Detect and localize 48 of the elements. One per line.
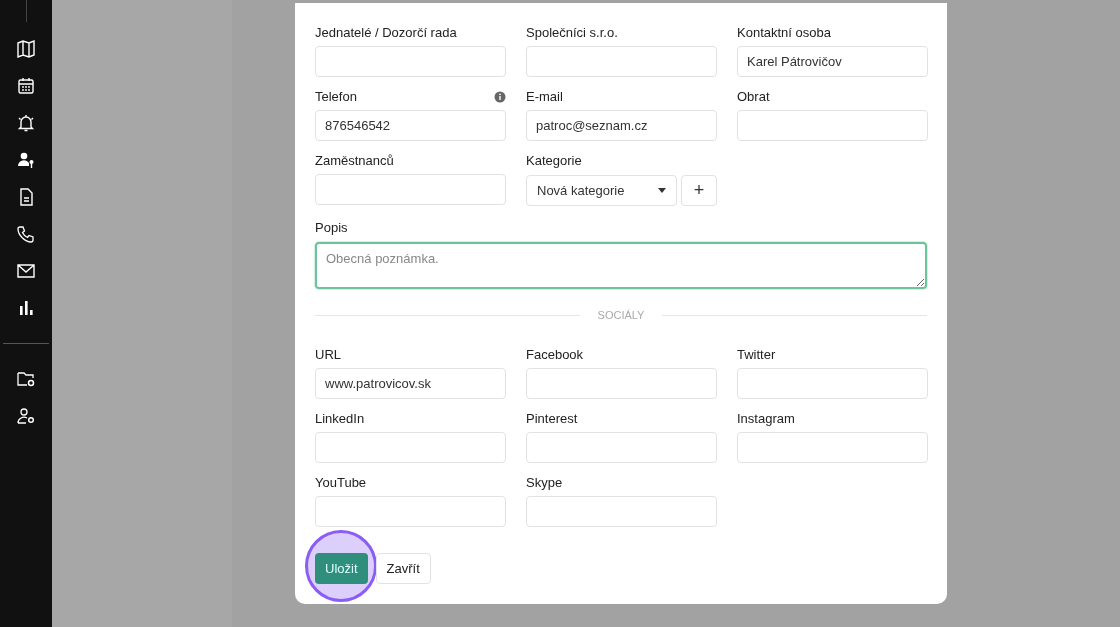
folder-settings-icon[interactable] (16, 369, 36, 389)
user-key-icon[interactable] (16, 150, 36, 170)
user-settings-icon[interactable] (16, 406, 36, 426)
field-label: Facebook (526, 346, 584, 364)
info-icon[interactable] (494, 91, 506, 103)
field-label: Jednatelé / Dozorčí rada (315, 24, 457, 42)
input-field[interactable]: 876546542 (315, 110, 506, 141)
phone-icon[interactable] (16, 224, 36, 244)
field-label: YouTube (315, 474, 367, 492)
field-label: E-mail (526, 88, 563, 106)
input-field[interactable] (737, 110, 928, 141)
field-label: Popis (315, 219, 349, 237)
field-label: Obrat (737, 88, 770, 106)
bell-icon[interactable] (16, 113, 36, 133)
input-field[interactable] (737, 432, 928, 463)
mail-icon[interactable] (16, 261, 36, 281)
field-label: Telefon (315, 88, 357, 106)
field-label: Kategorie (526, 152, 582, 170)
field-label: URL (315, 346, 341, 364)
input-field[interactable] (526, 46, 717, 77)
calendar-icon[interactable] (16, 76, 36, 96)
close-button[interactable]: Zavřít (375, 553, 431, 584)
field-label: Skype (526, 474, 563, 492)
add-category-button[interactable]: + (681, 175, 717, 206)
field-label: Zaměstnanců (315, 152, 394, 170)
field-label: Společníci s.r.o. (526, 24, 618, 42)
input-field[interactable]: www.patrovicov.sk (315, 368, 506, 399)
input-field[interactable] (526, 368, 717, 399)
input-field[interactable] (315, 496, 506, 527)
section-heading: SOCIÁLY (597, 309, 645, 321)
input-field[interactable] (315, 174, 506, 205)
description-field[interactable]: Obecná poznámka. (315, 242, 927, 289)
field-label: Twitter (737, 346, 776, 364)
field-label: Kontaktní osoba (737, 24, 831, 42)
map-icon[interactable] (16, 39, 36, 59)
input-field[interactable] (526, 432, 717, 463)
caret-icon (658, 188, 666, 193)
input-field[interactable] (315, 46, 506, 77)
input-field[interactable] (526, 496, 717, 527)
field-label: Pinterest (526, 410, 578, 428)
save-button[interactable]: Uložit (315, 553, 368, 584)
category-dropdown[interactable]: Nová kategorie (526, 175, 677, 206)
field-label: LinkedIn (315, 410, 365, 428)
input-field[interactable] (315, 432, 506, 463)
input-field[interactable]: patroc@seznam.cz (526, 110, 717, 141)
input-field[interactable]: Karel Pátrovičov (737, 46, 928, 77)
input-field[interactable] (737, 368, 928, 399)
field-label: Instagram (737, 410, 795, 428)
